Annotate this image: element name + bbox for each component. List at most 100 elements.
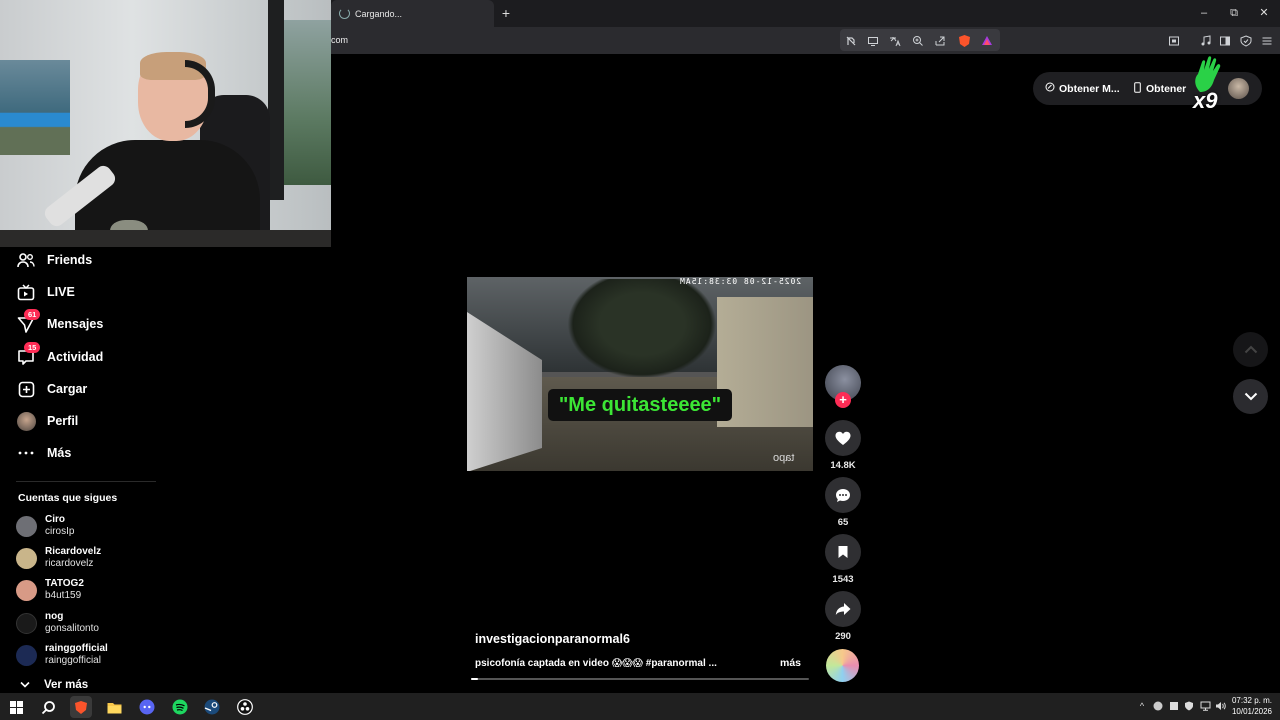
following-account[interactable]: Ricardovelz ricardovelz [16, 543, 101, 573]
share-button[interactable] [825, 591, 861, 627]
account-avatar [16, 547, 37, 569]
windows-start-icon[interactable] [5, 696, 27, 718]
spotify-icon[interactable] [169, 696, 191, 718]
brave-app-icon[interactable] [70, 696, 92, 718]
music-icon[interactable] [1198, 33, 1213, 48]
sidebar-item-live[interactable]: LIVE [16, 280, 75, 304]
file-explorer-icon[interactable] [103, 696, 125, 718]
chevron-down-icon [1244, 392, 1257, 401]
brave-shield-icon[interactable] [957, 33, 972, 48]
translate-icon[interactable] [887, 33, 902, 48]
cast-icon[interactable] [865, 33, 880, 48]
screenshot-icon[interactable] [1166, 33, 1181, 48]
bookmark-icon [838, 546, 848, 558]
tray-steam-icon[interactable] [1151, 699, 1165, 713]
messages-icon: 61 [16, 309, 41, 334]
get-mobile-app-button[interactable]: Obtener [1134, 82, 1186, 96]
activity-icon: 15 [16, 342, 41, 367]
video-description: psicofonía captada en video 😱😱😱 #paranor… [475, 658, 717, 669]
following-account[interactable]: rainggofficial rainggofficial [16, 640, 108, 670]
sidebar-item-label: Friends [47, 253, 93, 267]
zoom-icon[interactable] [910, 33, 925, 48]
sidebar-item-perfil[interactable]: Perfil [16, 409, 78, 433]
steam-icon[interactable] [201, 696, 223, 718]
video-player[interactable]: 2025-12-08 03:38:15AM tapo [467, 277, 813, 471]
windows-taskbar [0, 693, 1280, 720]
video-caption: "Me quitasteeee" [548, 389, 732, 421]
save-button[interactable] [825, 534, 861, 570]
browser-tab[interactable]: Cargando... [331, 0, 494, 27]
following-account[interactable]: TATOG2 b4ut159 [16, 575, 84, 605]
more-button[interactable]: más [780, 657, 801, 669]
account-username: gonsalitonto [45, 623, 99, 634]
close-window-button[interactable]: ✕ [1248, 0, 1280, 27]
sidebar-item-cargar[interactable]: Cargar [16, 377, 87, 401]
account-username: rainggofficial [45, 655, 101, 666]
get-desktop-app-button[interactable]: Obtener M... [1045, 82, 1120, 95]
account-avatar [16, 612, 37, 634]
like-button[interactable] [825, 420, 861, 456]
comment-button[interactable] [825, 477, 861, 513]
next-video-button[interactable] [1233, 379, 1268, 414]
vpn-icon[interactable] [1238, 33, 1253, 48]
minimize-button[interactable]: – [1188, 0, 1220, 27]
search-icon[interactable] [37, 696, 59, 718]
sidebar-divider [16, 481, 156, 482]
music-disc[interactable] [826, 649, 859, 682]
sidebar-icon[interactable] [1217, 33, 1232, 48]
sidebar-item-friends[interactable]: Friends [16, 248, 92, 272]
sidebar-item-label: Mensajes [47, 317, 104, 331]
tray-security-icon[interactable] [1182, 699, 1196, 713]
friends-icon [16, 250, 36, 270]
desktop-app-icon [1045, 82, 1055, 95]
sidebar-item-label: LIVE [47, 285, 75, 299]
see-more-button[interactable]: Ver más [20, 679, 88, 691]
user-avatar[interactable] [1228, 78, 1249, 99]
obs-icon[interactable] [234, 696, 256, 718]
video-progress-bar[interactable] [471, 678, 809, 680]
following-account[interactable]: nog gonsalitonto [16, 608, 99, 638]
share-arrow-icon [835, 603, 851, 615]
sidebar-item-mas[interactable]: Más [16, 441, 71, 465]
account-name: nog [45, 611, 64, 622]
tray-expand-icon[interactable]: ^ [1135, 699, 1149, 713]
follow-button[interactable]: + [835, 392, 851, 408]
account-avatar [16, 515, 37, 537]
menu-icon[interactable] [1259, 33, 1274, 48]
account-name: Ricardovelz [45, 546, 102, 557]
clock-date: 10/01/2026 [1231, 707, 1272, 716]
heart-icon [835, 431, 851, 445]
video-progress-fill [471, 678, 478, 680]
restore-button[interactable]: ⧉ [1218, 0, 1250, 27]
tab-title: Cargando... [355, 8, 403, 19]
screen: Cargando... + – ⧉ ✕ com Friends LIVE 61 … [0, 0, 1280, 720]
previous-video-button[interactable] [1233, 332, 1268, 367]
chevron-down-icon [20, 679, 30, 691]
discord-icon[interactable] [136, 696, 158, 718]
tray-app-icon[interactable] [1167, 699, 1181, 713]
rewards-icon[interactable] [979, 33, 994, 48]
sidebar-item-actividad[interactable]: 15 Actividad [16, 342, 104, 369]
account-username: cirosIp [45, 526, 75, 537]
sidebar-item-label: Más [47, 446, 72, 460]
webcam-overlay [0, 0, 331, 247]
get-app-label: Obtener [1146, 83, 1187, 95]
sidebar-item-label: Actividad [47, 350, 104, 364]
sidebar-item-mensajes[interactable]: 61 Mensajes [16, 309, 104, 336]
share-icon[interactable] [932, 33, 947, 48]
more-icon [16, 443, 36, 463]
account-name: rainggofficial [45, 643, 108, 654]
account-name: Ciro [45, 514, 65, 525]
comment-icon [836, 488, 850, 502]
volume-icon[interactable] [1213, 699, 1227, 713]
new-tab-button[interactable]: + [497, 4, 515, 22]
url-field[interactable]: com [331, 27, 348, 54]
following-account[interactable]: Ciro cirosIp [16, 511, 74, 541]
system-clock[interactable]: 07:32 p. m. 10/01/2026 [1226, 695, 1272, 717]
chevron-up-icon [1244, 345, 1257, 354]
network-icon[interactable] [1198, 699, 1212, 713]
video-author[interactable]: investigacionparanormal6 [475, 632, 630, 646]
no-script-icon[interactable] [843, 33, 858, 48]
account-avatar [16, 644, 37, 666]
sidebar-item-label: Cargar [47, 382, 88, 396]
